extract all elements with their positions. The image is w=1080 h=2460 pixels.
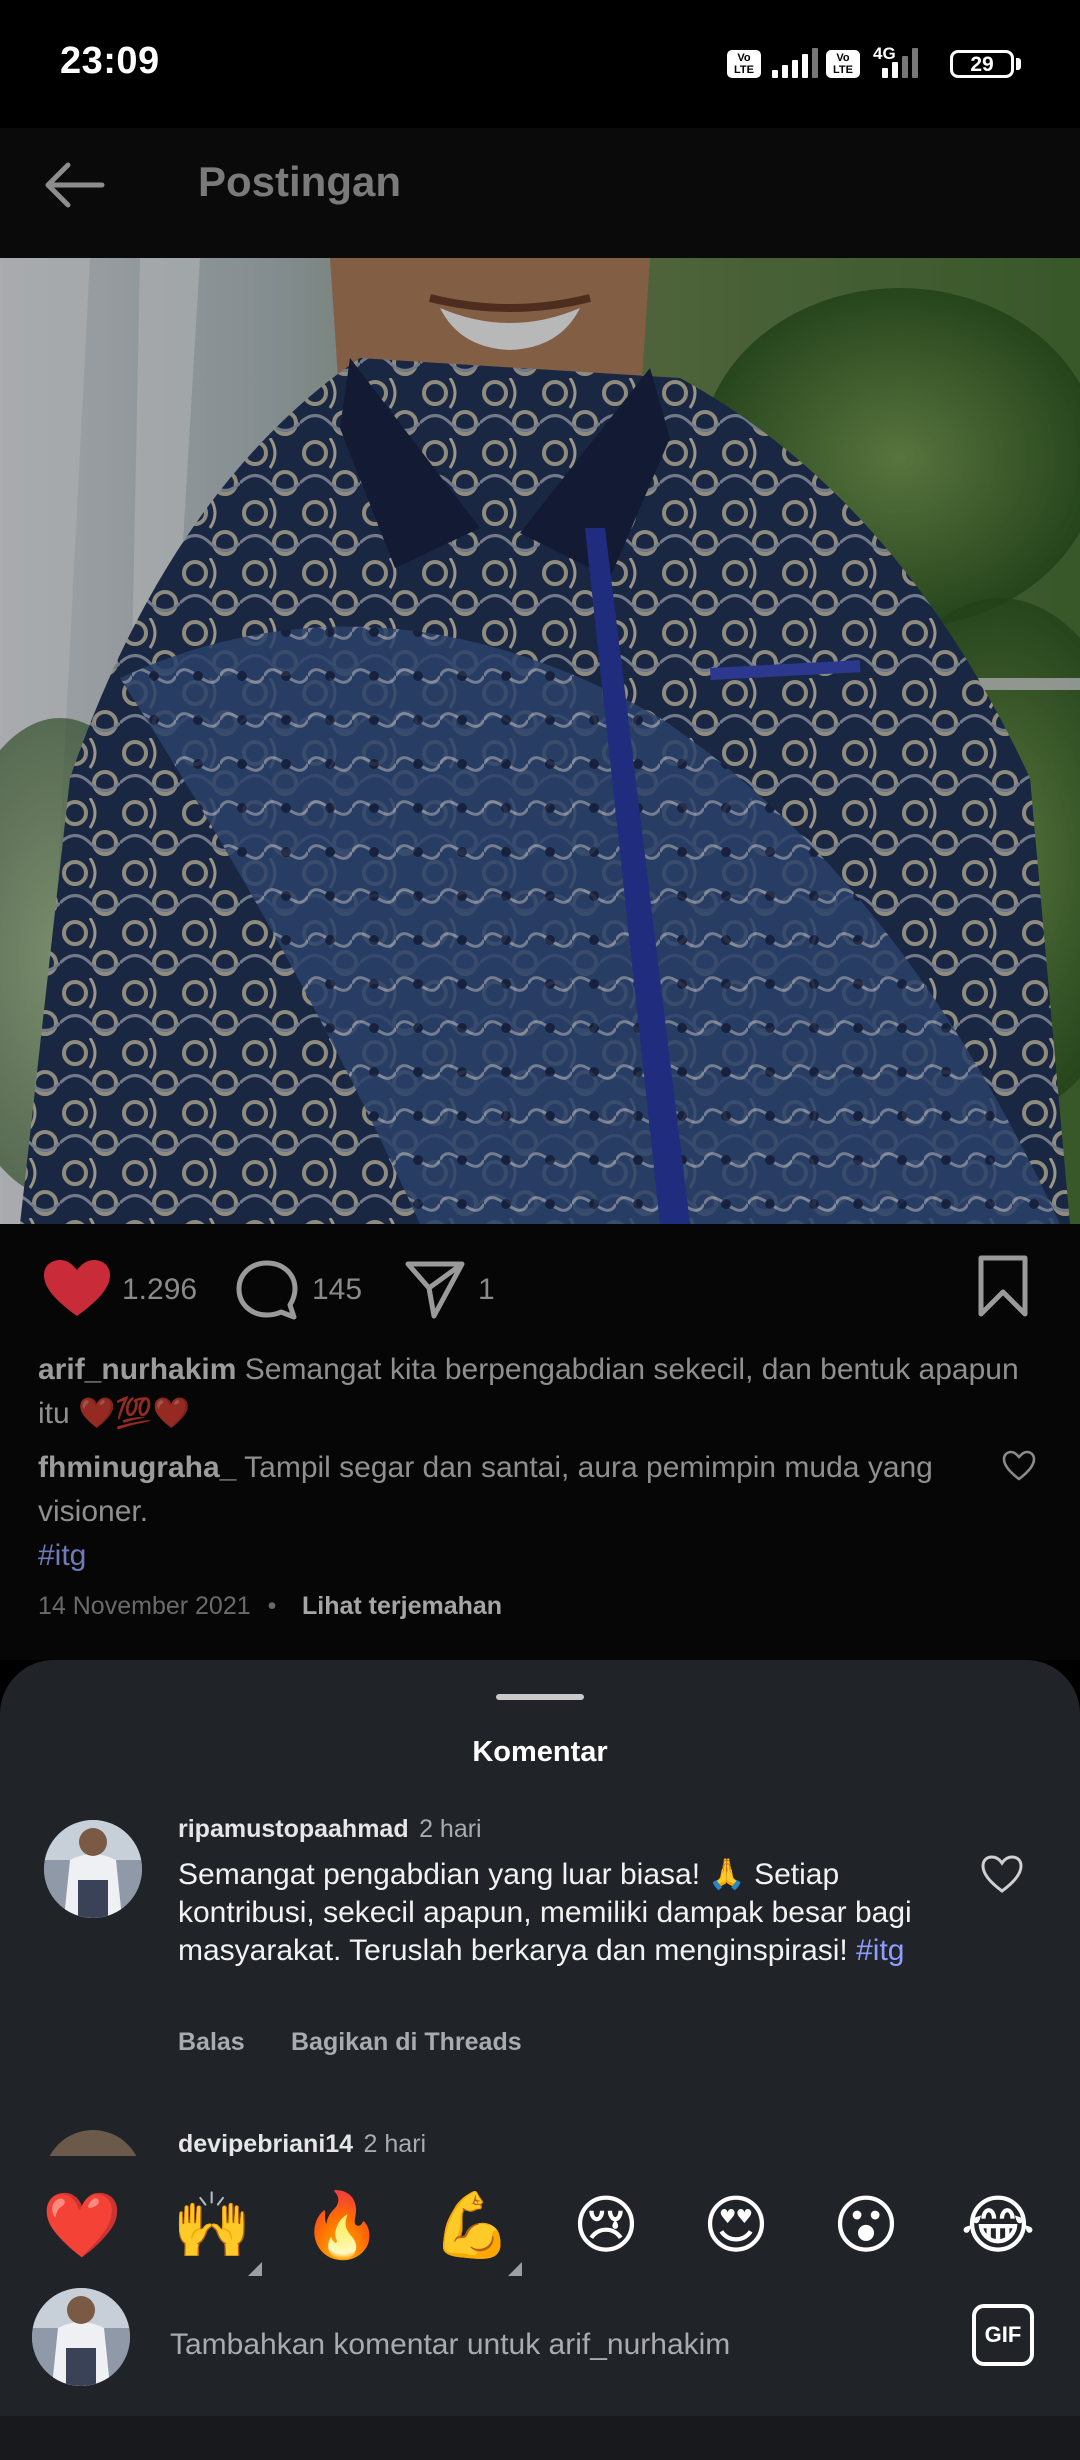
caption-emoji: ❤️💯❤️: [78, 1397, 191, 1430]
skin-tone-indicator: [248, 2262, 262, 2276]
avatar[interactable]: [44, 1820, 142, 1918]
post-date-text: 14 November 2021: [38, 1592, 251, 1620]
post-caption: arif_nurhakim Semangat kita berpengabdia…: [38, 1348, 1038, 1436]
comment-like-icon[interactable]: [980, 1854, 1024, 1894]
emoji-fire[interactable]: 🔥: [302, 2185, 382, 2265]
sheet-drag-handle[interactable]: [496, 1694, 584, 1700]
battery-icon: 29: [950, 50, 1014, 78]
comment-input[interactable]: [170, 2318, 870, 2372]
top-comment-hashtag[interactable]: #itg: [38, 1539, 86, 1572]
post-date: 14 November 2021 •: [38, 1592, 276, 1621]
my-avatar-image: [32, 2288, 130, 2386]
my-avatar: [32, 2288, 130, 2386]
emoji-crying[interactable]: 😢: [566, 2185, 646, 2265]
bookmark-icon[interactable]: [976, 1254, 1030, 1318]
see-translation-link[interactable]: Lihat terjemahan: [302, 1592, 502, 1621]
back-arrow-icon[interactable]: [40, 155, 110, 215]
volte-badge: Vo LTE: [727, 50, 761, 78]
emoji-raising-hands[interactable]: 🙌: [172, 2185, 252, 2265]
page-title: Postingan: [198, 158, 402, 205]
avatar-image: [44, 1820, 142, 1918]
emoji-heart[interactable]: ❤️: [42, 2185, 122, 2265]
post-image[interactable]: [0, 258, 1080, 1224]
like-count[interactable]: 1.296: [122, 1273, 197, 1307]
comment-header-2: devipebriani14 2 hari: [178, 2130, 426, 2159]
share-to-threads-button[interactable]: Bagikan di Threads: [291, 2028, 522, 2057]
share-count[interactable]: 1: [478, 1273, 495, 1307]
share-send-icon[interactable]: [402, 1256, 468, 1322]
emoji-laughing[interactable]: 😂: [958, 2185, 1038, 2265]
comment-hashtag[interactable]: #itg: [856, 1934, 904, 1967]
signal-icon-2: [872, 48, 918, 78]
top-comment: fhminugraha_ Tampil segar dan santai, au…: [38, 1446, 978, 1578]
signal-icon: [772, 48, 818, 78]
quick-emoji-bar: [0, 2156, 1080, 2276]
comment-bubble-icon[interactable]: [234, 1258, 300, 1324]
image-dim-overlay: [0, 258, 1080, 1224]
comment-text: Semangat pengabdian yang luar biasa! 🙏 S…: [178, 1856, 938, 1970]
emoji-surprised[interactable]: 😮: [826, 2185, 906, 2265]
clock: 23:09: [60, 40, 160, 82]
battery-level-text: 29: [970, 53, 994, 76]
gif-button[interactable]: GIF: [972, 2304, 1034, 2366]
like-heart-icon[interactable]: [42, 1258, 112, 1320]
battery-tip: [1016, 58, 1021, 70]
caption-username[interactable]: arif_nurhakim: [38, 1353, 236, 1386]
comment-time: 2 hari: [419, 1815, 482, 1843]
emoji-heart-eyes[interactable]: 😍: [696, 2185, 776, 2265]
comment-username-2[interactable]: devipebriani14: [178, 2130, 353, 2158]
comment-header: ripamustopaahmad 2 hari: [178, 1815, 482, 1844]
comment-username[interactable]: ripamustopaahmad: [178, 1815, 409, 1843]
comment-time-2: 2 hari: [363, 2130, 427, 2158]
status-bar: [0, 0, 1080, 128]
reply-button[interactable]: Balas: [178, 2028, 245, 2057]
skin-tone-indicator-2: [508, 2262, 522, 2276]
sheet-title: Komentar: [472, 1736, 608, 1768]
system-nav-bar: [0, 2416, 1080, 2460]
top-comment-username[interactable]: fhminugraha_: [38, 1451, 236, 1484]
emoji-flexed-biceps[interactable]: 💪: [432, 2185, 512, 2265]
meta-separator: •: [267, 1592, 277, 1620]
app-header: [0, 128, 1080, 258]
comment-body: Semangat pengabdian yang luar biasa! 🙏 S…: [178, 1858, 912, 1967]
comment-count[interactable]: 145: [312, 1273, 362, 1307]
volte-badge-2: Vo LTE: [826, 50, 860, 78]
top-comment-like-icon[interactable]: [1002, 1450, 1036, 1482]
